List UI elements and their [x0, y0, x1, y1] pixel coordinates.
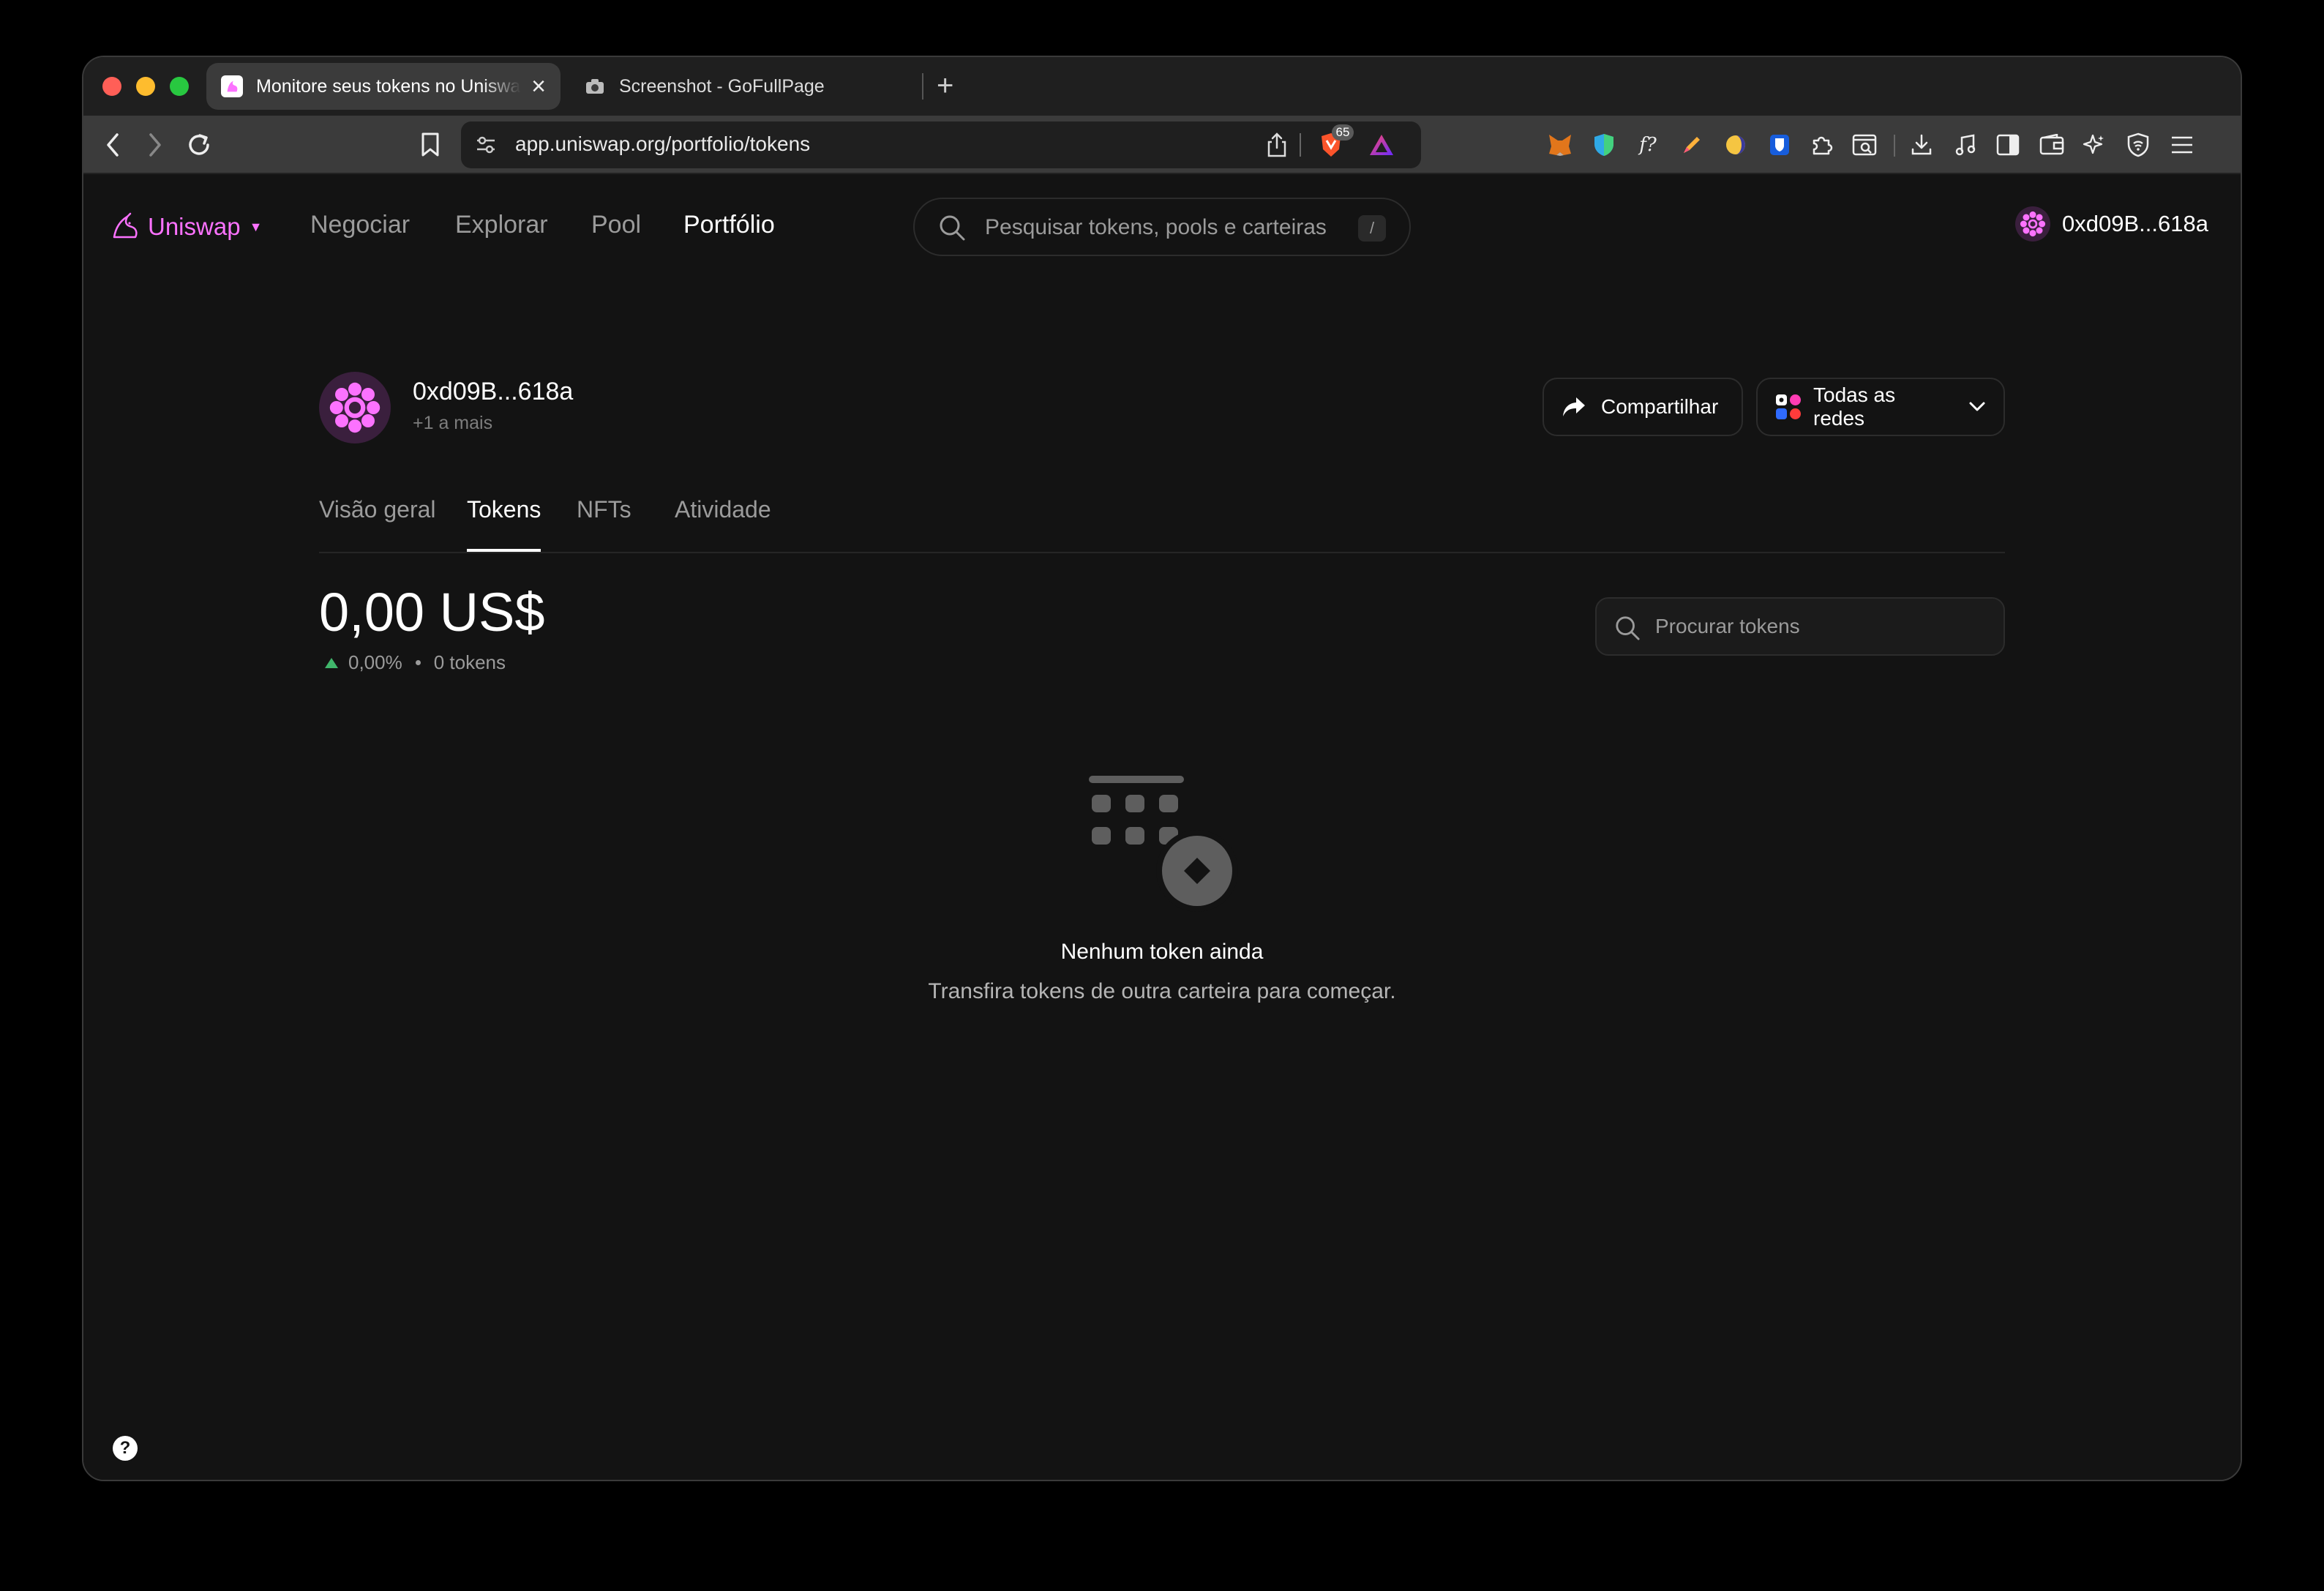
tab-strip: Monitore seus tokens no Uniswap × Screen… [83, 57, 2241, 116]
browser-toolbar: app.uniswap.org/portfolio/tokens 65 f? [83, 116, 2241, 174]
search-placeholder: Pesquisar tokens, pools e carteiras [985, 215, 1327, 239]
shield-extension-icon[interactable] [1591, 132, 1617, 158]
empty-state-title: Nenhum token ainda [1060, 940, 1264, 964]
brand-name: Uniswap [148, 213, 241, 240]
uniswap-app: Uniswap ▼ Negociar Explorar Pool Portfól… [83, 174, 2241, 1480]
brave-rewards-icon[interactable] [1368, 133, 1395, 160]
dot-separator [415, 660, 421, 665]
music-icon[interactable] [1952, 132, 1979, 158]
share-page-icon[interactable] [1266, 132, 1288, 162]
tab-title: Screenshot - GoFullPage [619, 75, 825, 97]
minimize-window-button[interactable] [136, 77, 155, 96]
moon-extension-icon[interactable] [1723, 132, 1749, 158]
tab-nfts[interactable]: NFTs [577, 496, 631, 552]
token-search-placeholder: Procurar tokens [1655, 615, 1800, 637]
networks-label: Todas as redes [1813, 383, 1896, 430]
profile-avatar [319, 372, 391, 443]
browser-tab-uniswap[interactable]: Monitore seus tokens no Uniswap × [206, 63, 561, 110]
change-up-icon [325, 657, 338, 668]
nav-item-negociar[interactable]: Negociar [310, 211, 410, 239]
close-window-button[interactable] [102, 77, 121, 96]
pen-extension-icon[interactable] [1679, 132, 1705, 158]
browser-window: Monitore seus tokens no Uniswap × Screen… [82, 56, 2242, 1481]
bookmark-icon[interactable] [414, 129, 446, 161]
portfolio-balance: 0,00 US$ [319, 582, 545, 643]
uniswap-logo-menu[interactable]: Uniswap ▼ [111, 212, 262, 242]
search-icon [938, 214, 966, 245]
wallet-icon[interactable] [2039, 132, 2065, 158]
global-search-input[interactable]: Pesquisar tokens, pools e carteiras / [913, 198, 1411, 256]
networks-grid-icon [1775, 394, 1802, 420]
extensions-puzzle-icon[interactable] [1809, 132, 1835, 158]
profile-address: 0xd09B...618a [413, 378, 574, 405]
reload-icon[interactable] [183, 129, 215, 161]
chevron-down-icon [1968, 401, 1986, 413]
token-count: 0 tokens [433, 651, 506, 673]
shields-count-badge: 65 [1332, 124, 1354, 141]
address-bar[interactable]: app.uniswap.org/portfolio/tokens 65 [461, 121, 1421, 168]
balance-meta: 0,00% 0 tokens [325, 651, 506, 674]
url-text: app.uniswap.org/portfolio/tokens [515, 132, 811, 155]
tab-visao-geral[interactable]: Visão geral [319, 496, 436, 552]
account-button[interactable]: 0xd09B...618a [2015, 206, 2208, 242]
formula-extension-icon[interactable]: f? [1635, 132, 1661, 158]
tab-atividade[interactable]: Atividade [675, 496, 771, 552]
nav-item-pool[interactable]: Pool [591, 211, 641, 239]
share-button[interactable]: Compartilhar [1543, 378, 1743, 436]
empty-tokens-illustration-icon [1089, 776, 1250, 915]
menu-hamburger-icon[interactable] [2169, 132, 2195, 158]
bitwarden-icon[interactable] [1766, 132, 1793, 158]
close-tab-icon[interactable]: × [531, 74, 546, 99]
back-icon[interactable] [97, 129, 129, 161]
network-selector[interactable]: Todas as redes [1756, 378, 2005, 436]
wallet-avatar-icon [2015, 206, 2051, 242]
portfolio-tabs: Visão geral Tokens NFTs Atividade [319, 496, 2005, 553]
tab-title: Monitore seus tokens no Uniswap [256, 75, 522, 97]
download-icon[interactable] [1908, 132, 1935, 158]
divider [1894, 135, 1895, 157]
token-search-input[interactable]: Procurar tokens [1595, 597, 2005, 656]
caret-down-icon: ▼ [249, 219, 263, 234]
new-tab-button[interactable]: + [937, 67, 953, 104]
leo-ai-sparkle-icon[interactable] [2081, 132, 2107, 158]
divider [1300, 133, 1301, 157]
tab-tokens[interactable]: Tokens [467, 496, 541, 552]
nav-item-portfolio[interactable]: Portfólio [683, 211, 775, 239]
metamask-fox-icon[interactable] [1547, 132, 1573, 158]
empty-state-description: Transfira tokens de outra carteira para … [928, 979, 1396, 1003]
share-arrow-icon [1562, 396, 1586, 418]
search-shortcut-key: / [1358, 215, 1386, 242]
account-address: 0xd09B...618a [2062, 211, 2208, 236]
uniswap-unicorn-icon [111, 212, 140, 242]
screenshot-extension-icon[interactable] [1851, 132, 1878, 158]
help-button[interactable]: ? [113, 1436, 138, 1461]
site-settings-icon[interactable] [474, 133, 498, 160]
nav-item-explorar[interactable]: Explorar [455, 211, 548, 239]
forward-icon[interactable] [139, 129, 171, 161]
camera-icon [584, 75, 606, 97]
profile-more-wallets[interactable]: +1 a mais [413, 413, 492, 434]
share-button-label: Compartilhar [1601, 395, 1719, 418]
vpn-shield-icon[interactable] [2125, 132, 2151, 158]
sidebar-icon[interactable] [1995, 132, 2021, 158]
balance-change: 0,00% [348, 651, 402, 673]
zoom-window-button[interactable] [170, 77, 189, 96]
browser-tab-gofullpage[interactable]: Screenshot - GoFullPage [569, 63, 918, 110]
tab-separator [922, 73, 923, 100]
uniswap-favicon-icon [221, 75, 243, 97]
search-icon [1614, 615, 1641, 645]
